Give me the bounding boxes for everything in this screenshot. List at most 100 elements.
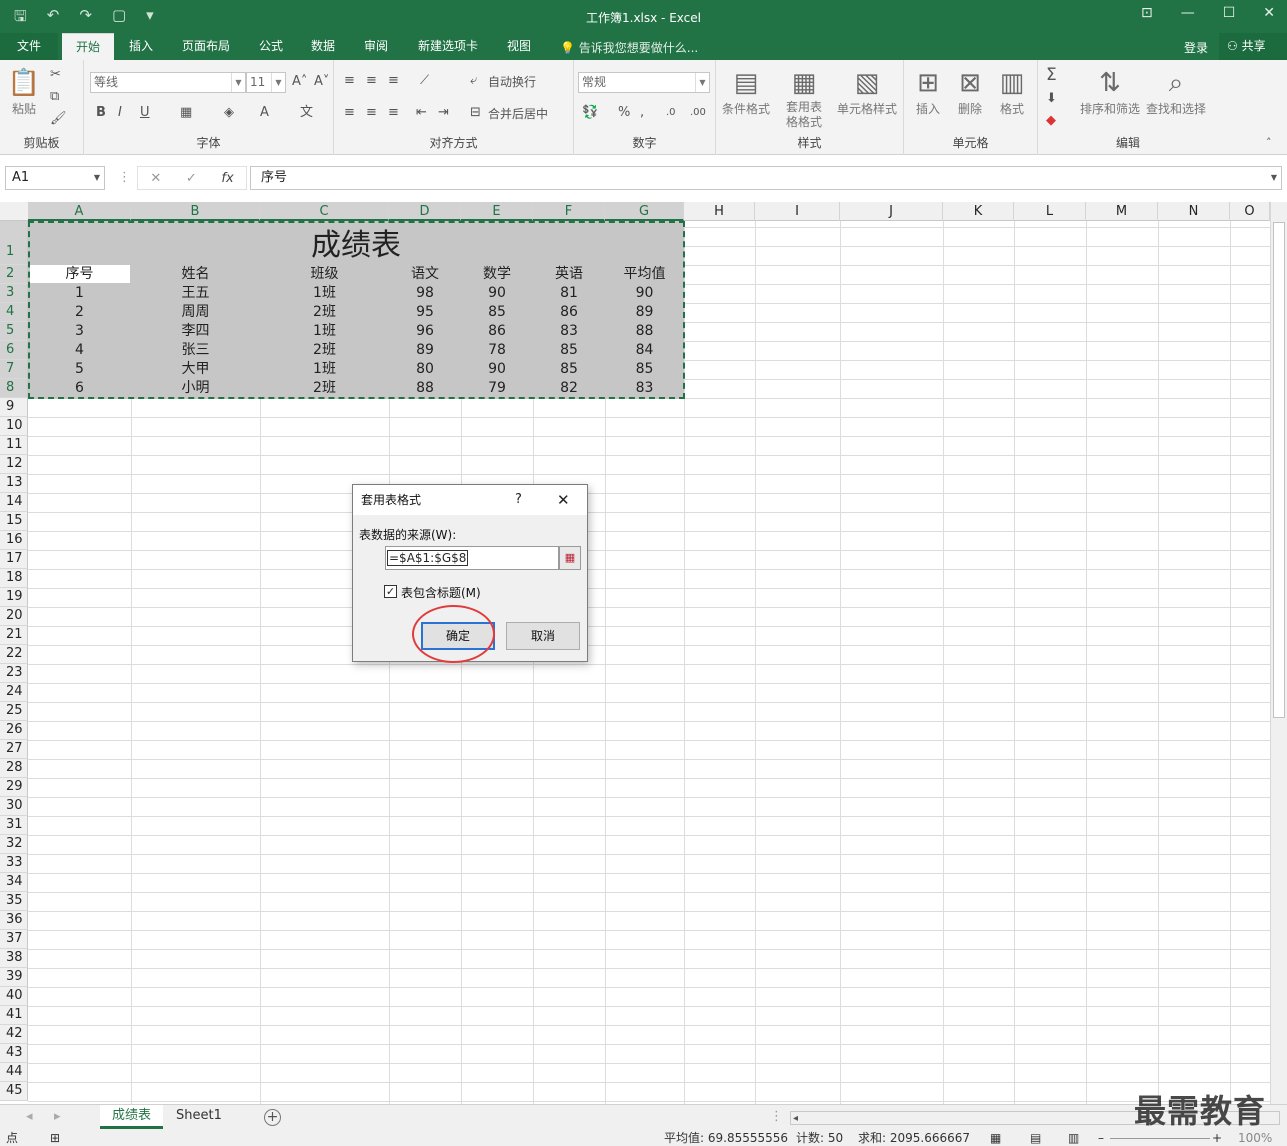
- minimize-icon[interactable]: —: [1181, 5, 1195, 21]
- column-header-b[interactable]: B: [131, 202, 260, 221]
- align-middle-icon[interactable]: ≡: [366, 74, 377, 88]
- merge-icon[interactable]: ⊟: [470, 106, 481, 120]
- column-header-g[interactable]: G: [605, 202, 684, 221]
- close-window-icon[interactable]: ✕: [1263, 5, 1275, 21]
- column-header-k[interactable]: K: [943, 202, 1014, 221]
- column-header-o[interactable]: O: [1230, 202, 1270, 221]
- name-box[interactable]: A1 ▼: [5, 166, 105, 190]
- has-headers-checkbox[interactable]: ✓: [384, 585, 397, 598]
- help-icon[interactable]: ?: [515, 485, 522, 515]
- tab-file[interactable]: 文件: [0, 33, 58, 60]
- row-header-12[interactable]: 12: [0, 455, 28, 474]
- font-name-select[interactable]: 等线 ▼: [90, 72, 246, 93]
- insert-cells-button[interactable]: ⊞ 插入: [910, 66, 946, 117]
- column-header-l[interactable]: L: [1014, 202, 1086, 221]
- format-painter-icon[interactable]: 🖌: [50, 112, 67, 126]
- column-header-m[interactable]: M: [1086, 202, 1158, 221]
- range-input[interactable]: =$A$1:$G$8: [385, 546, 559, 570]
- maximize-icon[interactable]: ☐: [1223, 5, 1236, 21]
- row-header-20[interactable]: 20: [0, 607, 28, 626]
- vertical-scroll-thumb[interactable]: [1273, 222, 1285, 718]
- column-header-n[interactable]: N: [1158, 202, 1230, 221]
- row-header-21[interactable]: 21: [0, 626, 28, 645]
- align-bottom-icon[interactable]: ≡: [388, 74, 399, 88]
- share-button[interactable]: ⚇ 共享: [1219, 33, 1287, 60]
- row-header-31[interactable]: 31: [0, 816, 28, 835]
- collapse-ribbon-icon[interactable]: ˄: [1266, 136, 1272, 150]
- number-format-select[interactable]: 常规 ▼: [578, 72, 710, 93]
- copy-icon[interactable]: ⧉: [50, 90, 59, 104]
- accounting-icon[interactable]: 💱: [582, 106, 598, 120]
- prev-sheet-icon[interactable]: ◂: [26, 1110, 33, 1124]
- login-link[interactable]: 登录: [1184, 39, 1208, 56]
- row-header-4[interactable]: 4: [0, 303, 28, 322]
- row-header-37[interactable]: 37: [0, 930, 28, 949]
- cancel-edit-icon[interactable]: ✕: [150, 171, 161, 186]
- comma-icon[interactable]: ,: [640, 106, 644, 120]
- row-header-1[interactable]: 1: [0, 221, 28, 265]
- sort-filter-button[interactable]: ⇅ 排序和筛选: [1078, 66, 1142, 117]
- row-header-33[interactable]: 33: [0, 854, 28, 873]
- column-header-h[interactable]: H: [684, 202, 755, 221]
- row-header-42[interactable]: 42: [0, 1025, 28, 1044]
- vertical-scrollbar[interactable]: [1270, 202, 1287, 1104]
- increase-decimal-icon[interactable]: .0: [666, 106, 676, 120]
- row-header-28[interactable]: 28: [0, 759, 28, 778]
- cell-styles-button[interactable]: ▧ 单元格样式: [834, 66, 900, 117]
- row-header-29[interactable]: 29: [0, 778, 28, 797]
- bold-icon[interactable]: B: [96, 106, 106, 120]
- align-left-icon[interactable]: ≡: [344, 106, 355, 120]
- find-select-button[interactable]: ⌕ 查找和选择: [1144, 66, 1208, 117]
- tab-page-layout[interactable]: 页面布局: [170, 33, 242, 60]
- column-header-c[interactable]: C: [260, 202, 389, 221]
- shrink-font-icon[interactable]: A˅: [314, 75, 329, 89]
- worksheet-grid[interactable]: 成绩表 序号 姓名 班级 语文 数学 英语 平均值 1 王五 1班 98 90 81 90 2 周周 2班 95 8…: [0, 202, 1270, 1104]
- column-header-i[interactable]: I: [755, 202, 840, 221]
- percent-icon[interactable]: %: [618, 106, 630, 120]
- wrap-text-icon[interactable]: ⤶: [470, 74, 477, 88]
- row-header-7[interactable]: 7: [0, 360, 28, 379]
- wrap-text-button[interactable]: 自动换行: [488, 75, 536, 89]
- row-header-22[interactable]: 22: [0, 645, 28, 664]
- row-header-23[interactable]: 23: [0, 664, 28, 683]
- format-as-table-button[interactable]: ▦ 套用表格格式: [772, 66, 836, 130]
- ribbon-display-icon[interactable]: ⊡: [1141, 5, 1153, 21]
- row-header-30[interactable]: 30: [0, 797, 28, 816]
- column-header-a[interactable]: A: [28, 202, 131, 221]
- row-header-19[interactable]: 19: [0, 588, 28, 607]
- phonetic-icon[interactable]: 文: [300, 106, 313, 120]
- row-header-26[interactable]: 26: [0, 721, 28, 740]
- row-header-2[interactable]: 2: [0, 265, 28, 284]
- font-color-icon[interactable]: A: [260, 106, 269, 120]
- conditional-format-button[interactable]: ▤ 条件格式: [718, 66, 774, 117]
- cut-icon[interactable]: ✂: [50, 68, 61, 82]
- clear-icon[interactable]: ◆: [1046, 114, 1056, 128]
- row-header-24[interactable]: 24: [0, 683, 28, 702]
- fill-icon[interactable]: ⬇: [1046, 92, 1057, 106]
- autosum-icon[interactable]: Σ: [1046, 67, 1057, 84]
- column-header-j[interactable]: J: [840, 202, 943, 221]
- row-header-13[interactable]: 13: [0, 474, 28, 493]
- column-header-e[interactable]: E: [461, 202, 533, 221]
- tab-new-tab[interactable]: 新建选项卡: [406, 33, 490, 60]
- tab-insert[interactable]: 插入: [118, 33, 164, 60]
- row-header-15[interactable]: 15: [0, 512, 28, 531]
- decrease-indent-icon[interactable]: ⇤: [416, 106, 427, 120]
- row-header-45[interactable]: 45: [0, 1082, 28, 1101]
- row-header-35[interactable]: 35: [0, 892, 28, 911]
- next-sheet-icon[interactable]: ▸: [54, 1110, 61, 1124]
- zoom-level[interactable]: 100%: [1238, 1130, 1272, 1146]
- increase-indent-icon[interactable]: ⇥: [438, 106, 449, 120]
- tab-home[interactable]: 开始: [62, 33, 114, 60]
- paste-button[interactable]: 📋 粘贴: [6, 66, 42, 117]
- row-header-10[interactable]: 10: [0, 417, 28, 436]
- orientation-icon[interactable]: ⟋: [420, 74, 429, 88]
- row-header-40[interactable]: 40: [0, 987, 28, 1006]
- row-header-9[interactable]: 9: [0, 398, 28, 417]
- row-header-8[interactable]: 8: [0, 379, 28, 398]
- row-header-39[interactable]: 39: [0, 968, 28, 987]
- sheet-tab-scores[interactable]: 成绩表: [100, 1105, 164, 1129]
- row-header-6[interactable]: 6: [0, 341, 28, 360]
- row-header-18[interactable]: 18: [0, 569, 28, 588]
- italic-icon[interactable]: I: [118, 106, 122, 120]
